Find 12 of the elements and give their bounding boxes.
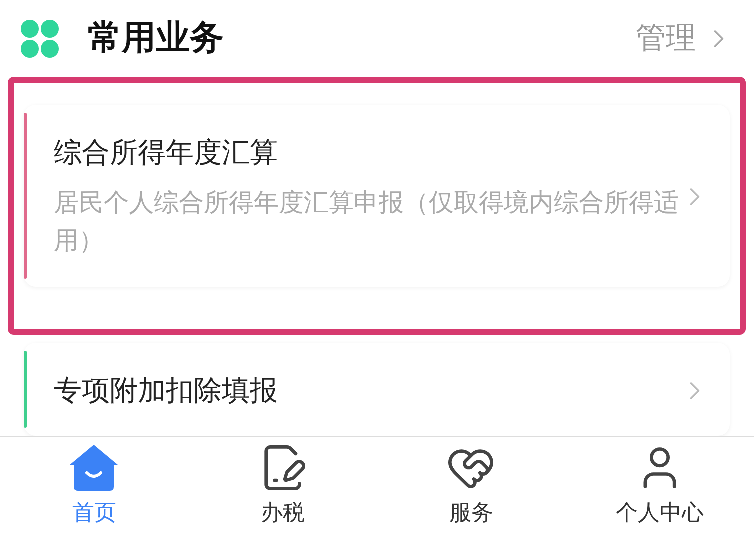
section-title: 常用业务 xyxy=(88,17,224,60)
nav-tab[interactable]: 服务 xyxy=(377,437,566,536)
card-description: 居民个人综合所得年度汇算申报（仅取得境内综合所得适用） xyxy=(54,187,679,256)
service-card[interactable]: 综合所得年度汇算 居民个人综合所得年度汇算申报（仅取得境内综合所得适用） xyxy=(24,105,730,287)
service-card[interactable]: 专项附加扣除填报 xyxy=(24,343,730,436)
home-icon xyxy=(68,443,120,493)
card-title: 专项附加扣除填报 xyxy=(54,373,279,408)
nav-tab[interactable]: 办税 xyxy=(188,437,377,536)
nav-tab[interactable]: 首页 xyxy=(0,437,188,536)
nav-tab[interactable]: 个人中心 xyxy=(566,437,754,536)
card-title: 综合所得年度汇算 xyxy=(54,135,279,170)
grid-icon xyxy=(20,18,60,58)
